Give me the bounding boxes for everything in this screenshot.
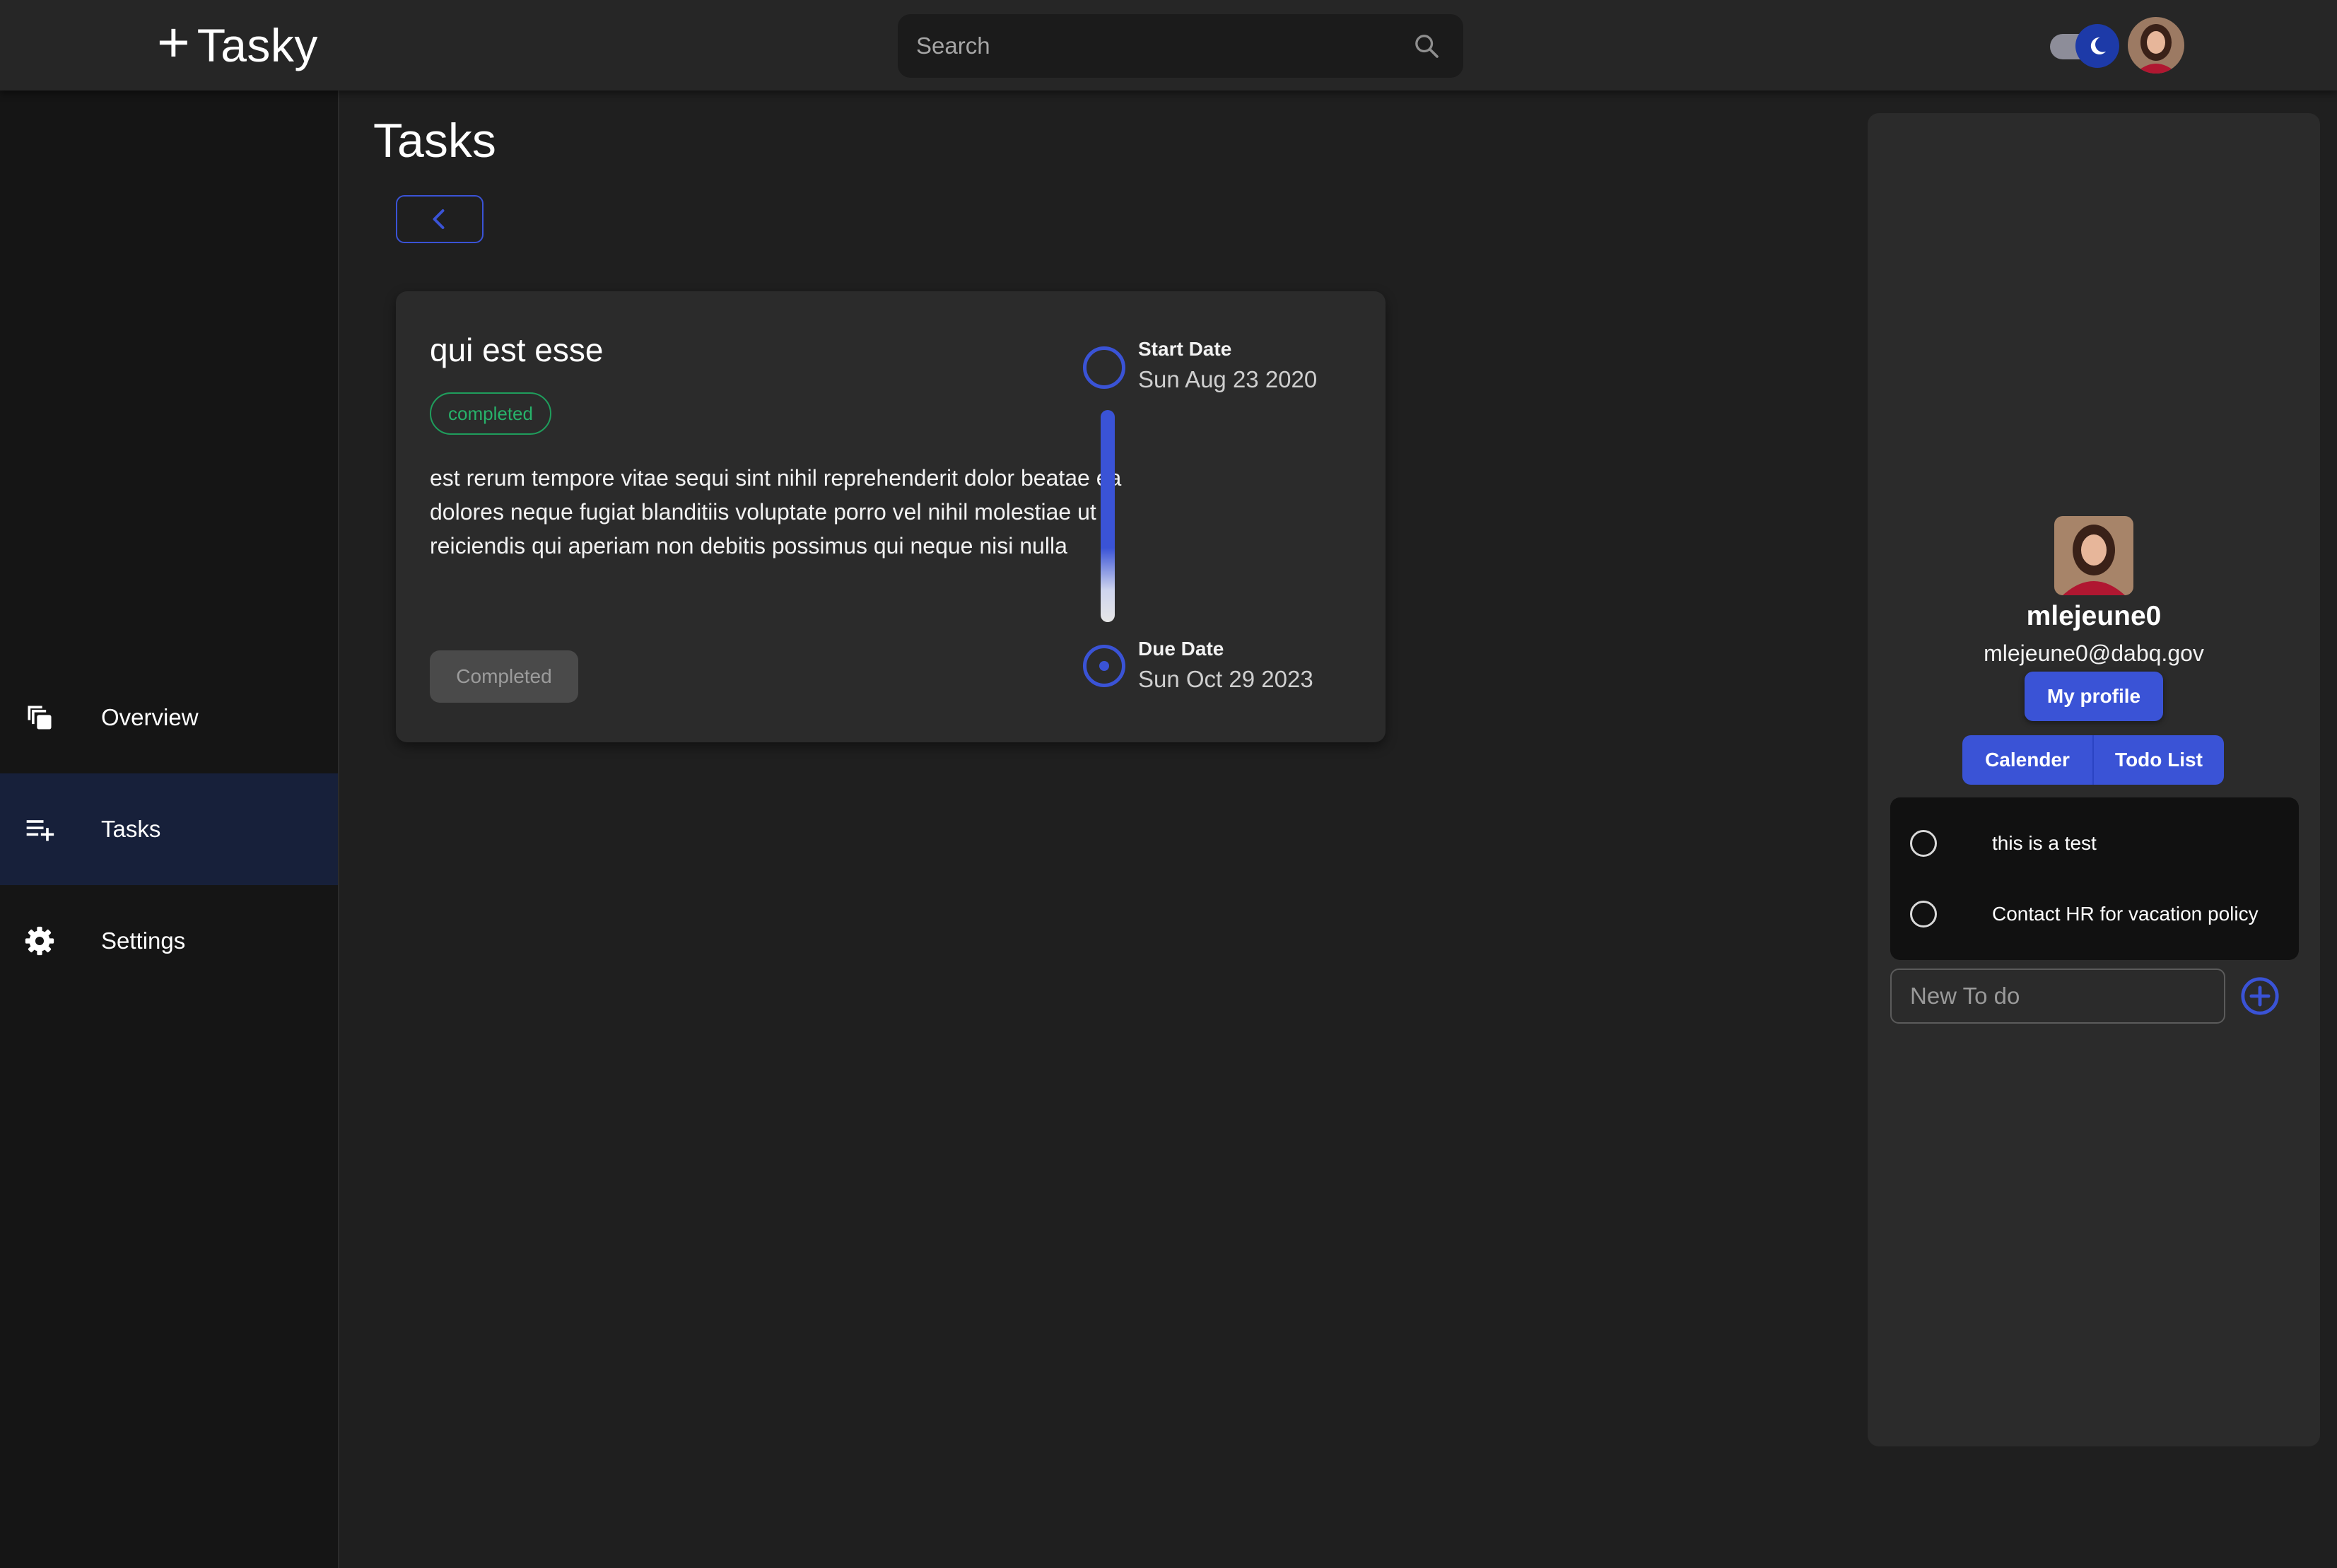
page-title: Tasks [373,114,496,168]
panel-tabs: Calender Todo List [1962,735,2224,785]
user-avatar[interactable] [2128,17,2184,74]
task-card: qui est esse completed est rerum tempore… [396,291,1386,742]
app-logo[interactable]: + Tasky [157,14,318,76]
todo-checkbox[interactable] [1910,830,1937,857]
todo-list: this is a test Contact HR for vacation p… [1890,797,2299,960]
moon-icon [2090,37,2107,55]
timeline-progress-bar [1101,410,1115,622]
task-title: qui est esse [430,332,604,368]
profile-avatar-image [2054,516,2133,595]
due-date-label: Due Date [1138,638,1224,660]
plus-circle-icon[interactable] [2239,976,2280,1017]
theme-toggle[interactable] [2050,24,2121,68]
overview-icon [28,706,52,730]
profile-panel: mlejeune0 mlejeune0@dabq.gov My profile … [1868,113,2320,1446]
due-date-value: Sun Oct 29 2023 [1138,666,1313,692]
profile-email: mlejeune0@dabq.gov [1984,640,2204,666]
list-item: Contact HR for vacation policy [1890,889,2299,939]
chevron-left-icon [433,209,445,229]
sidebar: Overview Tasks Settings [0,90,339,1568]
start-date-marker-icon [1083,346,1125,389]
start-date-label: Start Date [1138,338,1232,360]
back-button[interactable] [396,195,484,243]
task-description: est rerum tempore vitae sequi sint nihil… [430,465,1122,558]
start-date-value: Sun Aug 23 2020 [1138,366,1318,392]
search-bar [898,14,1463,78]
toggle-knob [2075,24,2119,68]
completed-button[interactable]: Completed [430,650,578,703]
todo-text: Contact HR for vacation policy [1992,903,2259,925]
sidebar-item-label: Settings [101,928,186,954]
gear-icon [25,926,54,956]
tab-todo-list[interactable]: Todo List [2094,735,2224,785]
search-icon[interactable] [1412,32,1441,60]
my-profile-button[interactable]: My profile [2025,672,2163,721]
sidebar-item-settings[interactable]: Settings [0,885,338,997]
profile-avatar [2054,516,2133,595]
new-todo-input[interactable] [1890,969,2225,1024]
sidebar-item-label: Tasks [101,816,161,842]
status-badge: completed [430,392,551,435]
top-bar: + Tasky [0,0,2337,90]
sidebar-item-tasks[interactable]: Tasks [0,773,338,885]
search-input[interactable] [915,32,1412,60]
todo-checkbox[interactable] [1910,901,1937,928]
avatar-image [2128,17,2184,74]
app-name: Tasky [197,19,318,71]
logo-plus-icon: + [157,11,190,74]
profile-username: mlejeune0 [2026,601,2162,631]
due-date-marker-icon [1083,645,1125,687]
sidebar-item-overview[interactable]: Overview [0,662,338,773]
sidebar-item-label: Overview [101,704,199,730]
tab-calender[interactable]: Calender [1962,735,2094,785]
playlist-add-icon [26,820,54,841]
list-item: this is a test [1890,819,2299,868]
todo-text: this is a test [1992,832,2097,854]
